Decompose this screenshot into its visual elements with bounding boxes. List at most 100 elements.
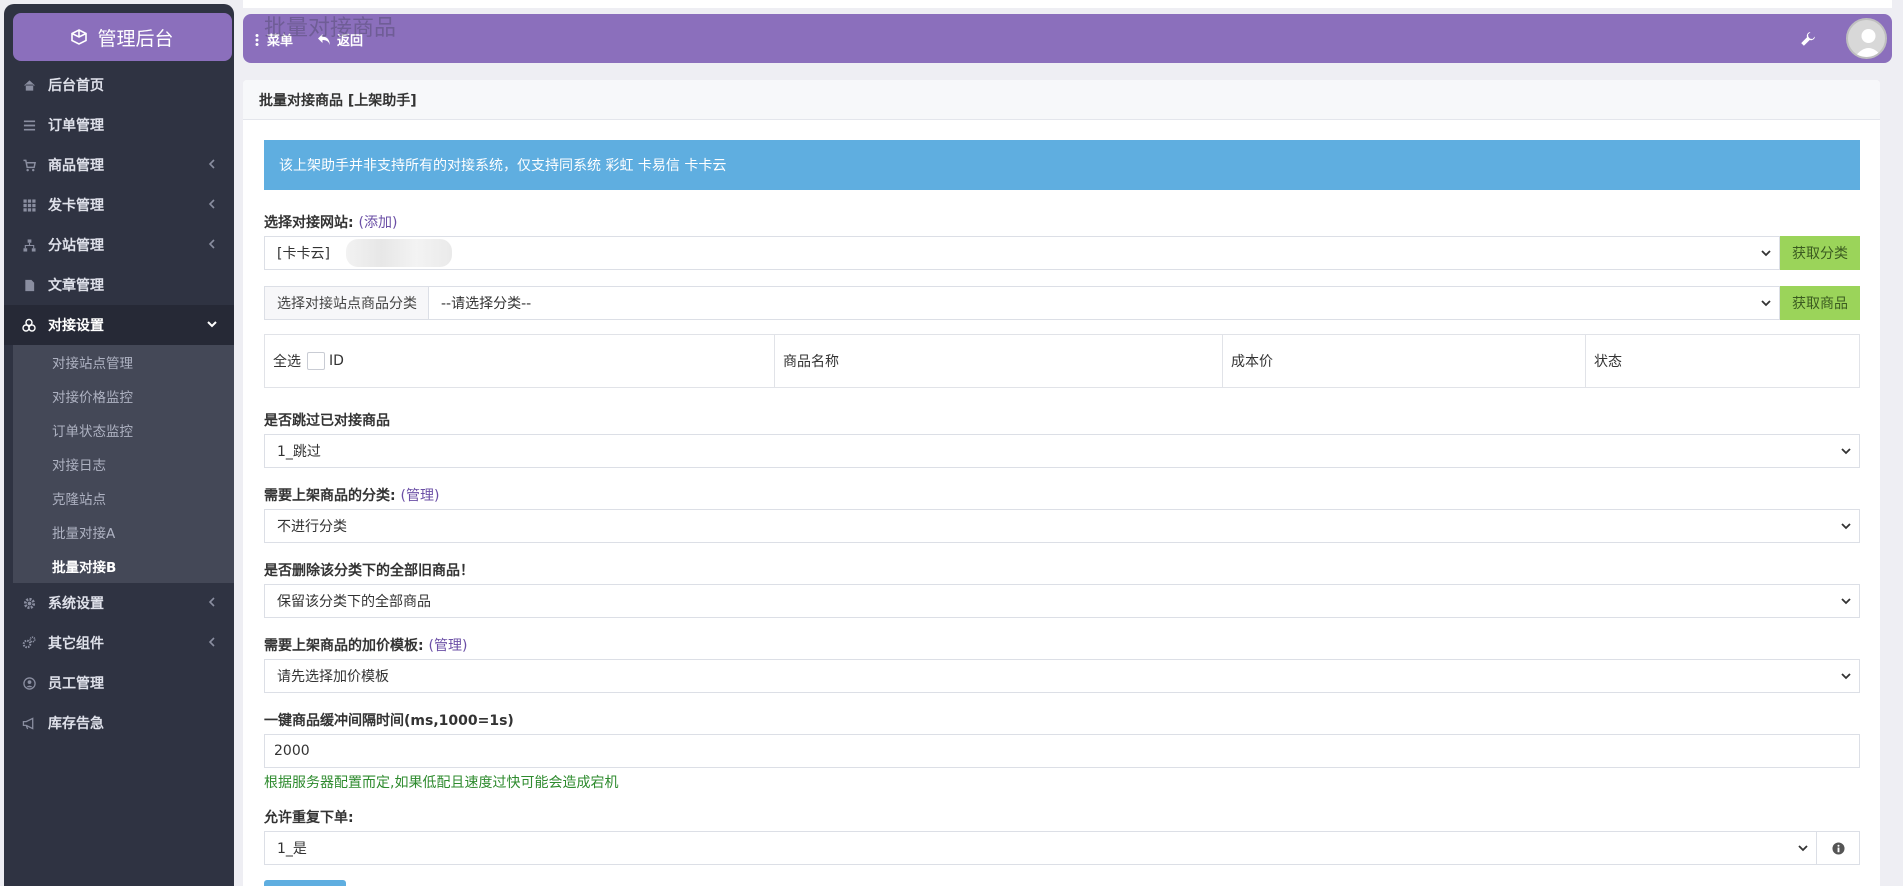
sidebar-item-system[interactable]: 系统设置 xyxy=(4,583,234,623)
sidebar-item-substations[interactable]: 分站管理 xyxy=(4,225,234,265)
manage-category-link[interactable]: (管理) xyxy=(400,488,439,504)
delete-old-value: 保留该分类下的全部商品 xyxy=(277,594,431,610)
price-template-select[interactable]: 请先选择加价模板 xyxy=(264,659,1860,693)
top-strip xyxy=(243,0,1892,8)
sidebar-subitem-log[interactable]: 对接日志 xyxy=(13,447,234,481)
site-label: 选择对接网站: (添加) xyxy=(264,212,397,232)
sidebar-subitem-site-management[interactable]: 对接站点管理 xyxy=(13,345,234,379)
sidebar-item-staff[interactable]: 员工管理 xyxy=(4,663,234,703)
target-category-select[interactable]: 不进行分类 xyxy=(264,509,1860,543)
site-select-value: [卡卡云] xyxy=(277,246,330,262)
sidebar-item-stock-alert[interactable]: 库存告急 xyxy=(4,703,234,743)
chevron-down-icon xyxy=(1761,300,1771,307)
chevron-left-icon xyxy=(208,597,215,607)
sidebar-item-label: 文章管理 xyxy=(48,278,104,294)
chevron-left-icon xyxy=(208,637,215,647)
sidebar-submenu: 对接站点管理 对接价格监控 订单状态监控 对接日志 克隆站点 批量对接A 批量对… xyxy=(13,345,234,583)
add-site-link[interactable]: (添加) xyxy=(358,215,397,231)
home-icon xyxy=(22,78,36,92)
sidebar-item-label: 对接设置 xyxy=(48,318,104,334)
sidebar-subitem-order-monitor[interactable]: 订单状态监控 xyxy=(13,413,234,447)
brand-button[interactable]: 管理后台 xyxy=(13,13,232,61)
sidebar-subitem-price-monitor[interactable]: 对接价格监控 xyxy=(13,379,234,413)
user-avatar-icon xyxy=(1854,29,1883,57)
cube-icon xyxy=(71,29,88,45)
sidebar-subitem-batch-b[interactable]: 批量对接B xyxy=(13,549,234,583)
skip-label: 是否跳过已对接商品 xyxy=(264,413,390,429)
goods-table-header: 全选 ID 商品名称 成本价 状态 xyxy=(264,334,1860,388)
delete-old-label: 是否删除该分类下的全部旧商品！ xyxy=(264,563,474,579)
price-template-value: 请先选择加价模板 xyxy=(277,669,389,685)
chevron-left-icon xyxy=(208,199,215,209)
brand-title: 管理后台 xyxy=(97,27,174,50)
sidebar-item-components[interactable]: 其它组件 xyxy=(4,623,234,663)
grid-icon xyxy=(22,198,36,212)
interval-hint: 根据服务器配置而定,如果低配且速度过快可能会造成宕机 xyxy=(264,775,619,791)
sidebar-item-label: 商品管理 xyxy=(48,158,104,174)
sitemap-icon xyxy=(22,238,36,252)
gears-icon xyxy=(22,636,36,650)
sidebar-item-label: 库存告急 xyxy=(48,716,104,732)
chevron-down-icon xyxy=(1761,250,1771,257)
redacted-site-name xyxy=(345,239,452,267)
sidebar-item-label: 系统设置 xyxy=(48,596,104,612)
site-label-text: 选择对接网站: xyxy=(264,215,354,231)
repeat-order-value: 1_是 xyxy=(277,841,307,857)
sidebar-item-label: 订单管理 xyxy=(48,118,104,134)
sidebar-item-label: 员工管理 xyxy=(48,676,104,692)
skip-select[interactable]: 1_跳过 xyxy=(264,434,1860,468)
topbar: 菜单 返回 xyxy=(243,14,1892,63)
category-select[interactable]: --请选择分类-- xyxy=(429,286,1780,320)
select-all-label: 全选 xyxy=(273,354,301,370)
sidebar-subitem-clone-site[interactable]: 克隆站点 xyxy=(13,481,234,515)
category-select-value: --请选择分类-- xyxy=(441,296,532,312)
sidebar-subitem-batch-a[interactable]: 批量对接A xyxy=(13,515,234,549)
panel-title: 批量对接商品 [上架助手] xyxy=(243,80,1880,120)
column-status: 状态 xyxy=(1594,354,1622,370)
sidebar-item-orders[interactable]: 订单管理 xyxy=(4,105,234,145)
chevron-left-icon xyxy=(208,159,215,169)
avatar[interactable] xyxy=(1846,18,1887,59)
interval-label: 一键商品缓冲间隔时间(ms,1000=1s) xyxy=(264,713,514,729)
column-id: ID xyxy=(329,353,344,369)
target-category-value: 不进行分类 xyxy=(277,519,347,535)
cubes-icon xyxy=(22,318,36,332)
sidebar-item-integration[interactable]: 对接设置 xyxy=(4,305,234,345)
user-icon xyxy=(22,676,36,690)
interval-value: 2000 xyxy=(274,743,310,759)
chevron-down-icon xyxy=(1841,673,1851,680)
get-goods-button[interactable]: 获取商品 xyxy=(1780,286,1860,320)
main-panel: 批量对接商品 [上架助手] 该上架助手并非支持所有的对接系统，仅支持同系统 彩虹… xyxy=(243,80,1880,886)
get-category-button[interactable]: 获取分类 xyxy=(1780,236,1860,270)
sidebar: 管理后台 后台首页 订单管理 商品管理 发卡管理 分站管理 文章管理 对接设置 … xyxy=(4,4,234,886)
interval-input[interactable]: 2000 xyxy=(264,734,1860,768)
document-icon xyxy=(22,278,36,292)
vertical-dots-icon xyxy=(255,33,259,46)
chevron-down-icon xyxy=(1841,448,1851,455)
target-category-label-text: 需要上架商品的分类: xyxy=(264,488,396,504)
sidebar-item-home[interactable]: 后台首页 xyxy=(4,65,234,105)
target-category-label: 需要上架商品的分类: (管理) xyxy=(264,485,439,505)
select-all-checkbox[interactable] xyxy=(307,352,325,370)
submit-button[interactable] xyxy=(264,880,346,886)
sidebar-item-goods[interactable]: 商品管理 xyxy=(4,145,234,185)
chevron-down-icon xyxy=(207,321,217,328)
wrench-icon[interactable] xyxy=(1800,31,1816,47)
delete-old-select[interactable]: 保留该分类下的全部商品 xyxy=(264,584,1860,618)
cart-icon xyxy=(22,158,36,172)
info-button[interactable] xyxy=(1816,831,1860,865)
price-template-label-text: 需要上架商品的加价模板: xyxy=(264,638,424,654)
sidebar-item-label: 分站管理 xyxy=(48,238,104,254)
info-icon xyxy=(1831,841,1845,855)
sidebar-item-label: 其它组件 xyxy=(48,636,104,652)
column-goods-name: 商品名称 xyxy=(775,335,1223,387)
category-addon-label: 选择对接站点商品分类 xyxy=(264,286,429,320)
sidebar-item-articles[interactable]: 文章管理 xyxy=(4,265,234,305)
repeat-order-select[interactable]: 1_是 xyxy=(264,831,1817,865)
site-select[interactable]: [卡卡云] xyxy=(264,236,1780,270)
manage-template-link[interactable]: (管理) xyxy=(428,638,467,654)
skip-select-value: 1_跳过 xyxy=(277,444,321,460)
page-title-ghost: 批量对接商品 xyxy=(264,16,397,41)
chevron-left-icon xyxy=(208,239,215,249)
sidebar-item-cards[interactable]: 发卡管理 xyxy=(4,185,234,225)
